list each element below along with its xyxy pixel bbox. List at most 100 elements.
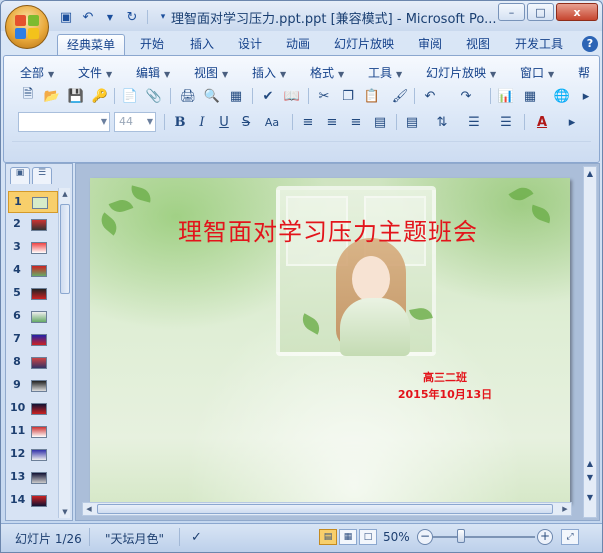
- columns-icon[interactable]: ▤: [402, 112, 422, 132]
- tab-home[interactable]: 开始: [131, 34, 173, 56]
- undo-icon[interactable]: ↶: [420, 86, 440, 106]
- menu-insert[interactable]: 插入 ▼: [252, 64, 286, 81]
- permission-icon[interactable]: 🔑: [90, 86, 110, 106]
- slide-thumbnail[interactable]: 8: [8, 352, 58, 374]
- slide-sorter-view-button[interactable]: ▦: [339, 529, 357, 545]
- scroll-right-icon[interactable]: ▶: [559, 503, 571, 515]
- slide-thumbnail[interactable]: 4: [8, 260, 58, 282]
- slide-thumbnail[interactable]: 3: [8, 237, 58, 259]
- menu-help[interactable]: 帮: [578, 64, 590, 81]
- maximize-button[interactable]: □: [527, 3, 554, 21]
- tab-view[interactable]: 视图: [457, 34, 499, 56]
- horizontal-scrollbar[interactable]: ◀ ▶: [82, 502, 572, 516]
- numbering-icon[interactable]: ☰: [464, 112, 484, 132]
- next-slide-icon[interactable]: ▼: [584, 471, 596, 485]
- vertical-scrollbar[interactable]: ▲ ▲ ▼ ▼: [583, 166, 597, 518]
- slide-thumbnail[interactable]: 6: [8, 306, 58, 328]
- format-painter-icon[interactable]: 🖌: [390, 86, 410, 106]
- zoom-in-button[interactable]: +: [537, 529, 553, 545]
- slide-thumbnail[interactable]: 9: [8, 375, 58, 397]
- print-preview-icon[interactable]: 🔍: [202, 86, 222, 106]
- font-size-combo[interactable]: 44 ▼: [114, 112, 156, 132]
- current-slide[interactable]: 理智面对学习压力主题班会 高三二班 2015年10月13日: [90, 178, 570, 503]
- undo-icon[interactable]: ↶: [79, 8, 97, 26]
- italic-button[interactable]: I: [192, 112, 212, 132]
- scroll-thumb[interactable]: [97, 504, 553, 514]
- insert-table-icon[interactable]: ▦: [520, 86, 540, 106]
- zoom-out-button[interactable]: −: [417, 529, 433, 545]
- open-folder-icon[interactable]: 📂: [42, 86, 62, 106]
- tab-design[interactable]: 设计: [229, 34, 271, 56]
- slideshow-view-button[interactable]: □: [359, 529, 377, 545]
- slide-thumbnail[interactable]: 5: [8, 283, 58, 305]
- outline-tab-icon[interactable]: ☰: [32, 167, 52, 184]
- menu-file[interactable]: 文件 ▼: [78, 64, 112, 81]
- menu-view[interactable]: 视图 ▼: [194, 64, 228, 81]
- bullets-icon[interactable]: ☰: [496, 112, 516, 132]
- scroll-up-icon[interactable]: ▲: [59, 188, 71, 200]
- more-tools-icon[interactable]: ▸: [576, 86, 596, 106]
- minimize-button[interactable]: –: [498, 3, 525, 21]
- zoom-slider-knob[interactable]: [457, 529, 465, 543]
- attach-icon[interactable]: 📎: [144, 86, 164, 106]
- menu-slideshow[interactable]: 幻灯片放映 ▼: [426, 64, 496, 81]
- export-pdf-icon[interactable]: 📄: [120, 86, 140, 106]
- spelling-check-icon[interactable]: ✔: [258, 86, 278, 106]
- research-icon[interactable]: 📖: [282, 86, 302, 106]
- spell-check-status-icon[interactable]: ✓: [191, 530, 202, 545]
- new-document-icon[interactable]: 🗎: [18, 86, 38, 106]
- slide-thumbnail[interactable]: 7: [8, 329, 58, 351]
- menu-all[interactable]: 全部 ▼: [20, 64, 54, 81]
- slides-tab-icon[interactable]: ▣: [10, 167, 30, 184]
- slides-panel-scrollbar[interactable]: ▲ ▼: [58, 188, 70, 518]
- font-color-icon[interactable]: A: [532, 112, 552, 132]
- tab-animation[interactable]: 动画: [277, 34, 319, 56]
- zoom-slider[interactable]: [433, 536, 535, 538]
- tab-review[interactable]: 审阅: [409, 34, 451, 56]
- scroll-down-icon[interactable]: ▼: [59, 506, 71, 518]
- scroll-left-icon[interactable]: ◀: [83, 503, 95, 515]
- previous-slide-icon[interactable]: ▲: [584, 457, 596, 471]
- slide-thumbnail[interactable]: 10: [8, 398, 58, 420]
- redo-icon[interactable]: ↷: [456, 86, 476, 106]
- customize-qat-icon[interactable]: ▾: [154, 8, 172, 26]
- copy-icon[interactable]: ❐: [338, 86, 358, 106]
- close-button[interactable]: x: [556, 3, 598, 21]
- scroll-down-icon[interactable]: ▼: [584, 491, 596, 505]
- zoom-level[interactable]: 50%: [383, 530, 410, 544]
- slide-thumbnail[interactable]: 1: [8, 191, 58, 213]
- slide-thumbnail[interactable]: 14: [8, 490, 58, 512]
- change-case-button[interactable]: Aa: [260, 112, 284, 132]
- slide-title[interactable]: 理智面对学习压力主题班会: [178, 212, 548, 247]
- office-button[interactable]: [5, 5, 49, 49]
- print-icon[interactable]: 🖨: [178, 86, 198, 106]
- tab-classic-menu[interactable]: 经典菜单: [57, 34, 125, 56]
- hyperlink-icon[interactable]: 🌐: [552, 86, 572, 106]
- save-icon[interactable]: 💾: [66, 86, 86, 106]
- strikethrough-button[interactable]: S: [236, 112, 256, 132]
- font-name-combo[interactable]: ▼: [18, 112, 110, 132]
- align-right-icon[interactable]: ≡: [346, 112, 366, 132]
- tab-slideshow[interactable]: 幻灯片放映: [329, 34, 399, 56]
- scroll-up-icon[interactable]: ▲: [584, 167, 596, 181]
- help-icon[interactable]: ?: [582, 36, 598, 52]
- align-center-icon[interactable]: ≡: [322, 112, 342, 132]
- tab-insert[interactable]: 插入: [181, 34, 223, 56]
- underline-button[interactable]: U: [214, 112, 234, 132]
- slide-thumbnail[interactable]: 13: [8, 467, 58, 489]
- insert-chart-icon[interactable]: 📊: [496, 86, 516, 106]
- menu-window[interactable]: 窗口 ▼: [520, 64, 554, 81]
- menu-format[interactable]: 格式 ▼: [310, 64, 344, 81]
- slide-date[interactable]: 2015年10月13日: [380, 386, 510, 402]
- redo-icon[interactable]: ↻: [123, 8, 141, 26]
- fit-to-window-button[interactable]: ⤢: [561, 529, 579, 545]
- slide-class-name[interactable]: 高三二班: [380, 369, 510, 385]
- tab-developer[interactable]: 开发工具: [507, 34, 571, 56]
- normal-view-button[interactable]: ▤: [319, 529, 337, 545]
- menu-tools[interactable]: 工具 ▼: [368, 64, 402, 81]
- paste-icon[interactable]: 📋: [362, 86, 382, 106]
- align-left-icon[interactable]: ≡: [298, 112, 318, 132]
- scroll-right-icon[interactable]: ▸: [562, 112, 582, 132]
- slide-thumbnail[interactable]: 11: [8, 421, 58, 443]
- justify-icon[interactable]: ▤: [370, 112, 390, 132]
